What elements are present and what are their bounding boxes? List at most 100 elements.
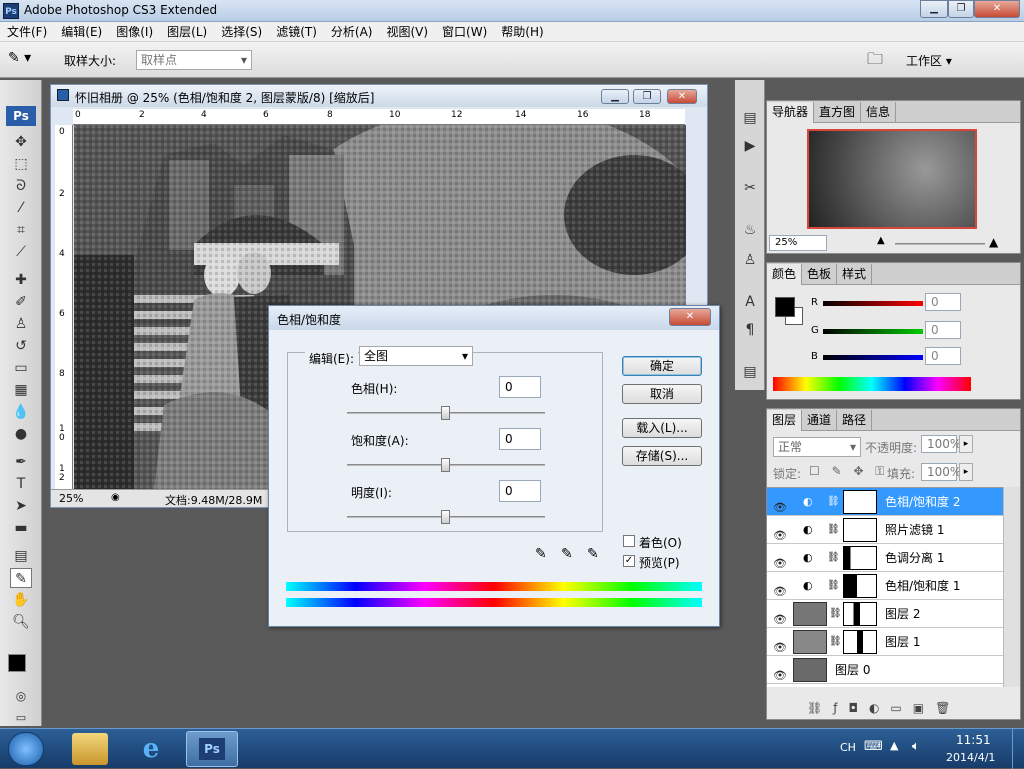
hue-slider-thumb[interactable] — [441, 406, 450, 420]
menu-help[interactable]: 帮助(H) — [494, 22, 550, 42]
layer-row[interactable]: 👁︎ 图层 0 — [767, 656, 1003, 684]
b-slider[interactable] — [823, 355, 923, 360]
cancel-button[interactable]: 取消 — [622, 384, 702, 404]
layer-row[interactable]: 👁︎ ◐ ⛓ 照片滤镜 1 — [767, 516, 1003, 544]
layer-mask-thumbnail[interactable] — [843, 546, 877, 570]
lock-icons[interactable]: ☐ ✎ ✥ ⚿ — [809, 464, 888, 479]
zoom-in-icon[interactable]: ▲ — [989, 235, 998, 249]
tab-navigator[interactable]: 导航器 — [767, 102, 815, 123]
clone-source-icon[interactable]: ♙ — [739, 250, 761, 270]
doc-close-button[interactable]: ✕ — [667, 89, 697, 104]
layer-name[interactable]: 照片滤镜 1 — [885, 516, 944, 544]
tab-styles[interactable]: 样式 — [837, 264, 873, 285]
preview-checkbox[interactable]: ✓ — [623, 555, 635, 567]
magic-wand-tool-icon[interactable]: ⁄ — [10, 198, 32, 218]
menu-layer[interactable]: 图层(L) — [160, 22, 214, 42]
doc-maximize-button[interactable]: ❐ — [633, 89, 661, 104]
link-icon[interactable]: ⛓ — [829, 600, 842, 628]
zoom-level[interactable]: 25% — [59, 492, 83, 505]
link-icon[interactable]: ⛓ — [827, 572, 840, 600]
layer-thumbnail[interactable] — [793, 630, 827, 654]
gradient-tool-icon[interactable]: ▦ — [10, 380, 32, 400]
tab-channels[interactable]: 通道 — [802, 410, 838, 431]
show-desktop-button[interactable] — [1012, 729, 1024, 769]
layer-name[interactable]: 图层 0 — [835, 656, 870, 684]
language-indicator[interactable]: CH — [840, 741, 856, 754]
doc-minimize-button[interactable]: ▁ — [601, 89, 629, 104]
saturation-input[interactable]: 0 — [499, 428, 541, 450]
clock-time[interactable]: 11:51 — [956, 733, 991, 747]
tab-info[interactable]: 信息 — [861, 102, 897, 123]
menu-window[interactable]: 窗口(W) — [435, 22, 494, 42]
layer-name[interactable]: 色相/饱和度 1 — [885, 572, 961, 600]
path-selection-tool-icon[interactable]: ➤ — [10, 496, 32, 516]
brush-tool-icon[interactable]: ✐ — [10, 292, 32, 312]
layer-name[interactable]: 色调分离 1 — [885, 544, 944, 572]
hand-tool-icon[interactable]: ✋ — [10, 590, 32, 610]
link-icon[interactable]: ⛓ — [827, 516, 840, 544]
ok-button[interactable]: 确定 — [622, 356, 702, 376]
opacity-arrow-icon[interactable]: ▸ — [959, 435, 973, 453]
saturation-slider-thumb[interactable] — [441, 458, 450, 472]
blend-mode-select[interactable]: 正常 ▾ — [773, 437, 861, 457]
screen-mode-icon[interactable]: ▭ — [10, 708, 32, 728]
layer-thumbnail[interactable] — [793, 602, 827, 626]
menu-file[interactable]: 文件(F) — [0, 22, 54, 42]
character-panel-icon[interactable]: A — [739, 292, 761, 312]
healing-brush-tool-icon[interactable]: ✚ — [10, 270, 32, 290]
menu-filter[interactable]: 滤镜(T) — [269, 22, 324, 42]
layer-mask-thumbnail[interactable] — [843, 490, 877, 514]
layer-mask-thumbnail[interactable] — [843, 574, 877, 598]
tray-expand-icon[interactable]: ▲ — [890, 739, 898, 752]
layer-name[interactable]: 图层 1 — [885, 628, 920, 656]
layer-mask-thumbnail[interactable] — [843, 630, 877, 654]
pen-tool-icon[interactable]: ✒ — [10, 452, 32, 472]
r-input[interactable]: 0 — [925, 293, 961, 311]
paragraph-panel-icon[interactable]: ¶ — [739, 320, 761, 340]
layer-row[interactable]: 👁︎ ◐ ⛓ 色相/饱和度 1 — [767, 572, 1003, 600]
navigator-zoom-slider[interactable] — [895, 243, 985, 245]
tab-layers[interactable]: 图层 — [767, 410, 803, 431]
g-input[interactable]: 0 — [925, 321, 961, 339]
g-slider[interactable] — [823, 329, 923, 334]
menu-image[interactable]: 图像(I) — [109, 22, 160, 42]
tab-paths[interactable]: 路径 — [837, 410, 873, 431]
type-tool-icon[interactable]: T — [10, 474, 32, 494]
keyboard-icon[interactable]: ⌨ — [864, 739, 883, 754]
layer-name[interactable]: 图层 2 — [885, 600, 920, 628]
tab-color[interactable]: 颜色 — [767, 264, 803, 285]
volume-icon[interactable]: 🔈︎ — [912, 739, 920, 754]
notes-panel-icon[interactable]: ▤ — [739, 362, 761, 382]
dodge-tool-icon[interactable]: ● — [10, 424, 32, 444]
close-button[interactable]: ✕ — [974, 0, 1020, 18]
tool-presets-icon[interactable]: ✂ — [739, 178, 761, 198]
b-input[interactable]: 0 — [925, 347, 961, 365]
menu-select[interactable]: 选择(S) — [214, 22, 269, 42]
layers-scrollbar[interactable] — [1003, 487, 1020, 687]
dialog-close-button[interactable]: ✕ — [669, 308, 711, 326]
move-tool-icon[interactable]: ✥ — [10, 132, 32, 152]
layer-row[interactable]: 👁︎ ◐ ⛓ 色调分离 1 — [767, 544, 1003, 572]
minimize-button[interactable]: ▁ — [920, 0, 948, 18]
lightness-input[interactable]: 0 — [499, 480, 541, 502]
bridge-icon[interactable]: 🗀 — [860, 48, 890, 72]
eraser-tool-icon[interactable]: ▭ — [10, 358, 32, 378]
menu-analysis[interactable]: 分析(A) — [324, 22, 380, 42]
layers-footer-icons[interactable]: ⛓ƒ◘◐▭▣🗑︎ — [807, 701, 1017, 717]
zoom-tool-icon[interactable]: 🔍︎ — [10, 612, 32, 632]
tab-histogram[interactable]: 直方图 — [814, 102, 862, 123]
workspace-menu[interactable]: 工作区 ▾ — [906, 52, 952, 69]
fill-arrow-icon[interactable]: ▸ — [959, 463, 973, 481]
quick-mask-icon[interactable]: ◎ — [10, 686, 32, 706]
shape-tool-icon[interactable]: ▬ — [10, 518, 32, 538]
color-spectrum-ramp[interactable] — [773, 377, 971, 391]
slice-tool-icon[interactable]: ⟋ — [10, 242, 32, 262]
history-panel-icon[interactable]: ▤ — [739, 108, 761, 128]
link-icon[interactable]: ⛓ — [827, 544, 840, 572]
eyedropper-icon[interactable]: ✎ — [535, 546, 547, 562]
blur-tool-icon[interactable]: 💧 — [10, 402, 32, 422]
foreground-color-swatch[interactable] — [8, 654, 26, 672]
hue-input[interactable]: 0 — [499, 376, 541, 398]
link-icon[interactable]: ⛓ — [829, 628, 842, 656]
explorer-icon[interactable] — [72, 733, 108, 765]
